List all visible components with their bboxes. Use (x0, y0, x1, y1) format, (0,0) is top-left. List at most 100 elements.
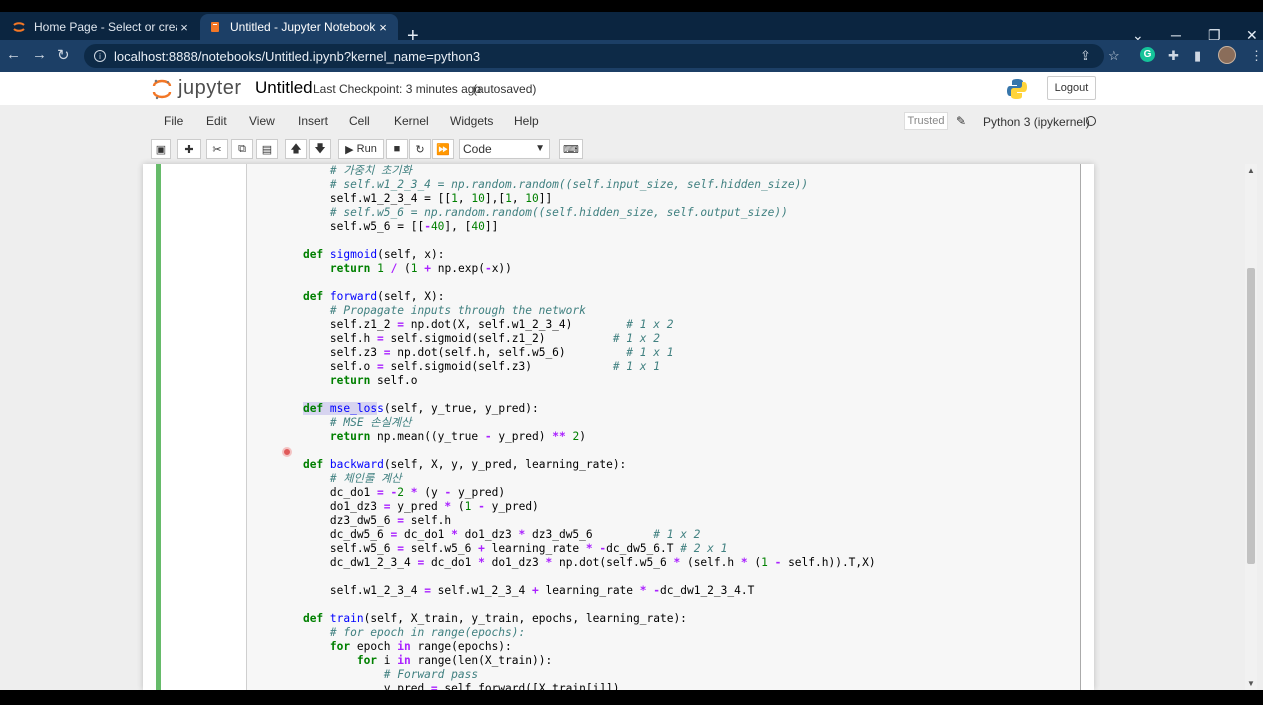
close-icon[interactable]: × (177, 20, 191, 35)
back-icon[interactable]: ← (6, 46, 21, 63)
browser-tab-strip: Home Page - Select or create a n × Untit… (0, 12, 1263, 46)
move-down-icon[interactable]: 🡇 (309, 139, 331, 159)
profile-avatar[interactable] (1218, 46, 1236, 64)
code-line[interactable]: dc_do1 = -2 * (y - y_pred) (276, 486, 505, 500)
menu-cell[interactable]: Cell (349, 114, 370, 128)
letterbox-top (0, 0, 1263, 12)
code-line[interactable]: def sigmoid(self, x): (276, 248, 444, 262)
play-icon: ▶ (345, 143, 357, 156)
code-line[interactable]: # self.w5_6 = np.random.random((self.hid… (276, 206, 788, 220)
checkpoint-status: Last Checkpoint: 3 minutes ago (313, 82, 482, 96)
code-line[interactable]: for i in range(len(X_train)): (276, 654, 552, 668)
menu-help[interactable]: Help (514, 114, 539, 128)
code-line[interactable]: # 체인룰 계산 (276, 472, 402, 486)
code-line[interactable]: self.w1_2_3_4 = [[1, 10],[1, 10]] (276, 192, 552, 206)
page-scrollbar[interactable]: ▲ ▼ (1245, 164, 1257, 690)
tab-home-page[interactable]: Home Page - Select or create a n × (4, 14, 199, 40)
bookmark-star-icon[interactable]: ☆ (1108, 48, 1120, 64)
code-line[interactable]: # for epoch in range(epochs): (276, 626, 525, 640)
menu-file[interactable]: File (164, 114, 183, 128)
browser-menu-icon[interactable]: ⋮ (1250, 48, 1263, 64)
code-line[interactable]: self.w1_2_3_4 = self.w1_2_3_4 + learning… (276, 584, 754, 598)
jupyter-logo[interactable]: jupyter (152, 77, 242, 100)
run-label: Run (356, 143, 377, 155)
code-line[interactable]: def mse_loss(self, y_true, y_pred): (276, 402, 539, 416)
site-info-icon[interactable]: i (94, 50, 106, 62)
logout-button[interactable]: Logout (1047, 76, 1096, 100)
code-line[interactable]: dc_dw1_2_3_4 = dc_do1 * do1_dz3 * np.dot… (276, 556, 876, 570)
code-line[interactable]: self.z1_2 = np.dot(X, self.w1_2_3_4) # 1… (276, 318, 674, 332)
run-button[interactable]: ▶ Run (338, 139, 384, 159)
menu-insert[interactable]: Insert (298, 114, 328, 128)
menu-view[interactable]: View (249, 114, 275, 128)
notebook-container: # 가중치 초기화 # self.w1_2_3_4 = np.random.ra… (143, 164, 1094, 690)
paste-icon[interactable]: ▤ (256, 139, 278, 159)
fast-forward-icon[interactable]: ⏩ (432, 139, 454, 159)
kernel-status-icon (1086, 116, 1096, 126)
code-line[interactable]: def backward(self, X, y, y_pred, learnin… (276, 458, 626, 472)
browser-toolbar: ← → ↻ i localhost:8888/notebooks/Untitle… (0, 40, 1263, 72)
mouse-click-indicator (282, 447, 292, 457)
cell-type-value: Code (463, 142, 492, 156)
restart-icon[interactable]: ↻ (409, 139, 431, 159)
code-line[interactable]: self.z3 = np.dot(self.h, self.w5_6) # 1 … (276, 346, 674, 360)
code-line[interactable]: return self.o (276, 374, 418, 388)
scrollbar-thumb[interactable] (1247, 268, 1255, 564)
code-line[interactable]: def forward(self, X): (276, 290, 444, 304)
code-line[interactable]: dc_dw5_6 = dc_do1 * do1_dz3 * dz3_dw5_6 … (276, 528, 701, 542)
menu-kernel[interactable]: Kernel (394, 114, 429, 128)
code-line[interactable]: y_pred = self.forward([X_train[i]]) (276, 682, 620, 690)
cut-icon[interactable]: ✂ (206, 139, 228, 159)
keyboard-icon[interactable]: ⌨ (559, 139, 583, 159)
code-line[interactable]: for epoch in range(epochs): (276, 640, 512, 654)
share-icon[interactable]: ⇪ (1080, 48, 1091, 64)
kernel-name[interactable]: Python 3 (ipykernel) (983, 115, 1090, 129)
tab-label: Untitled - Jupyter Notebook (230, 20, 376, 34)
address-bar[interactable]: i localhost:8888/notebooks/Untitled.ipyn… (84, 44, 1104, 68)
code-line[interactable]: self.h = self.sigmoid(self.z1_2) # 1 x 2 (276, 332, 660, 346)
jupyter-header: jupyter Untitled Last Checkpoint: 3 minu… (0, 72, 1263, 105)
trusted-badge[interactable]: Trusted (904, 112, 948, 130)
code-line[interactable]: # Propagate inputs through the network (276, 304, 586, 318)
url-text: localhost:8888/notebooks/Untitled.ipynb?… (114, 48, 481, 64)
code-line[interactable]: # Forward pass (276, 668, 478, 682)
scroll-up-icon[interactable]: ▲ (1245, 166, 1257, 175)
autosave-status: (autosaved) (473, 82, 537, 96)
code-line[interactable]: # MSE 손실계산 (276, 416, 412, 430)
copy-icon[interactable]: ⧉ (231, 139, 253, 159)
code-line[interactable]: return np.mean((y_true - y_pred) ** 2) (276, 430, 586, 444)
code-line[interactable]: # self.w1_2_3_4 = np.random.random((self… (276, 178, 808, 192)
move-up-icon[interactable]: 🡅 (285, 139, 307, 159)
notebook-favicon-icon (211, 22, 219, 32)
python-logo-icon (1007, 79, 1027, 99)
extensions-puzzle-icon[interactable]: ✚ (1168, 48, 1179, 64)
code-line[interactable]: return 1 / (1 + np.exp(-x)) (276, 262, 512, 276)
notebook-name[interactable]: Untitled (255, 78, 313, 98)
jupyter-logo-icon (152, 79, 172, 99)
save-icon[interactable]: ▣ (151, 139, 171, 159)
cell-type-select[interactable]: Code ▼ (459, 139, 550, 159)
jupyter-page: jupyter Untitled Last Checkpoint: 3 minu… (0, 72, 1263, 690)
code-line[interactable]: self.w5_6 = self.w5_6 + learning_rate * … (276, 542, 728, 556)
tab-label: Home Page - Select or create a n (34, 20, 177, 34)
tab-untitled-notebook[interactable]: Untitled - Jupyter Notebook × (200, 14, 398, 40)
menu-edit[interactable]: Edit (206, 114, 227, 128)
scroll-down-icon[interactable]: ▼ (1245, 679, 1257, 688)
code-line[interactable]: self.o = self.sigmoid(self.z3) # 1 x 1 (276, 360, 660, 374)
insert-cell-icon[interactable]: ✚ (177, 139, 201, 159)
close-icon[interactable]: × (376, 20, 390, 35)
code-line[interactable]: # 가중치 초기화 (276, 164, 412, 178)
code-line[interactable]: def train(self, X_train, y_train, epochs… (276, 612, 687, 626)
code-line[interactable]: do1_dz3 = y_pred * (1 - y_pred) (276, 500, 539, 514)
side-panel-icon[interactable]: ▮ (1194, 48, 1201, 64)
interrupt-icon[interactable]: ■ (386, 139, 408, 159)
grammarly-extension-icon[interactable]: G (1140, 47, 1155, 62)
chevron-down-icon: ▼ (535, 143, 545, 154)
forward-icon[interactable]: → (32, 46, 47, 63)
jupyter-logo-text: jupyter (178, 77, 242, 99)
reload-icon[interactable]: ↻ (57, 46, 70, 64)
code-line[interactable]: self.w5_6 = [[-40], [40]] (276, 220, 498, 234)
code-line[interactable]: dz3_dw5_6 = self.h (276, 514, 451, 528)
menu-widgets[interactable]: Widgets (450, 114, 493, 128)
edit-pencil-icon[interactable]: ✎ (956, 114, 966, 128)
